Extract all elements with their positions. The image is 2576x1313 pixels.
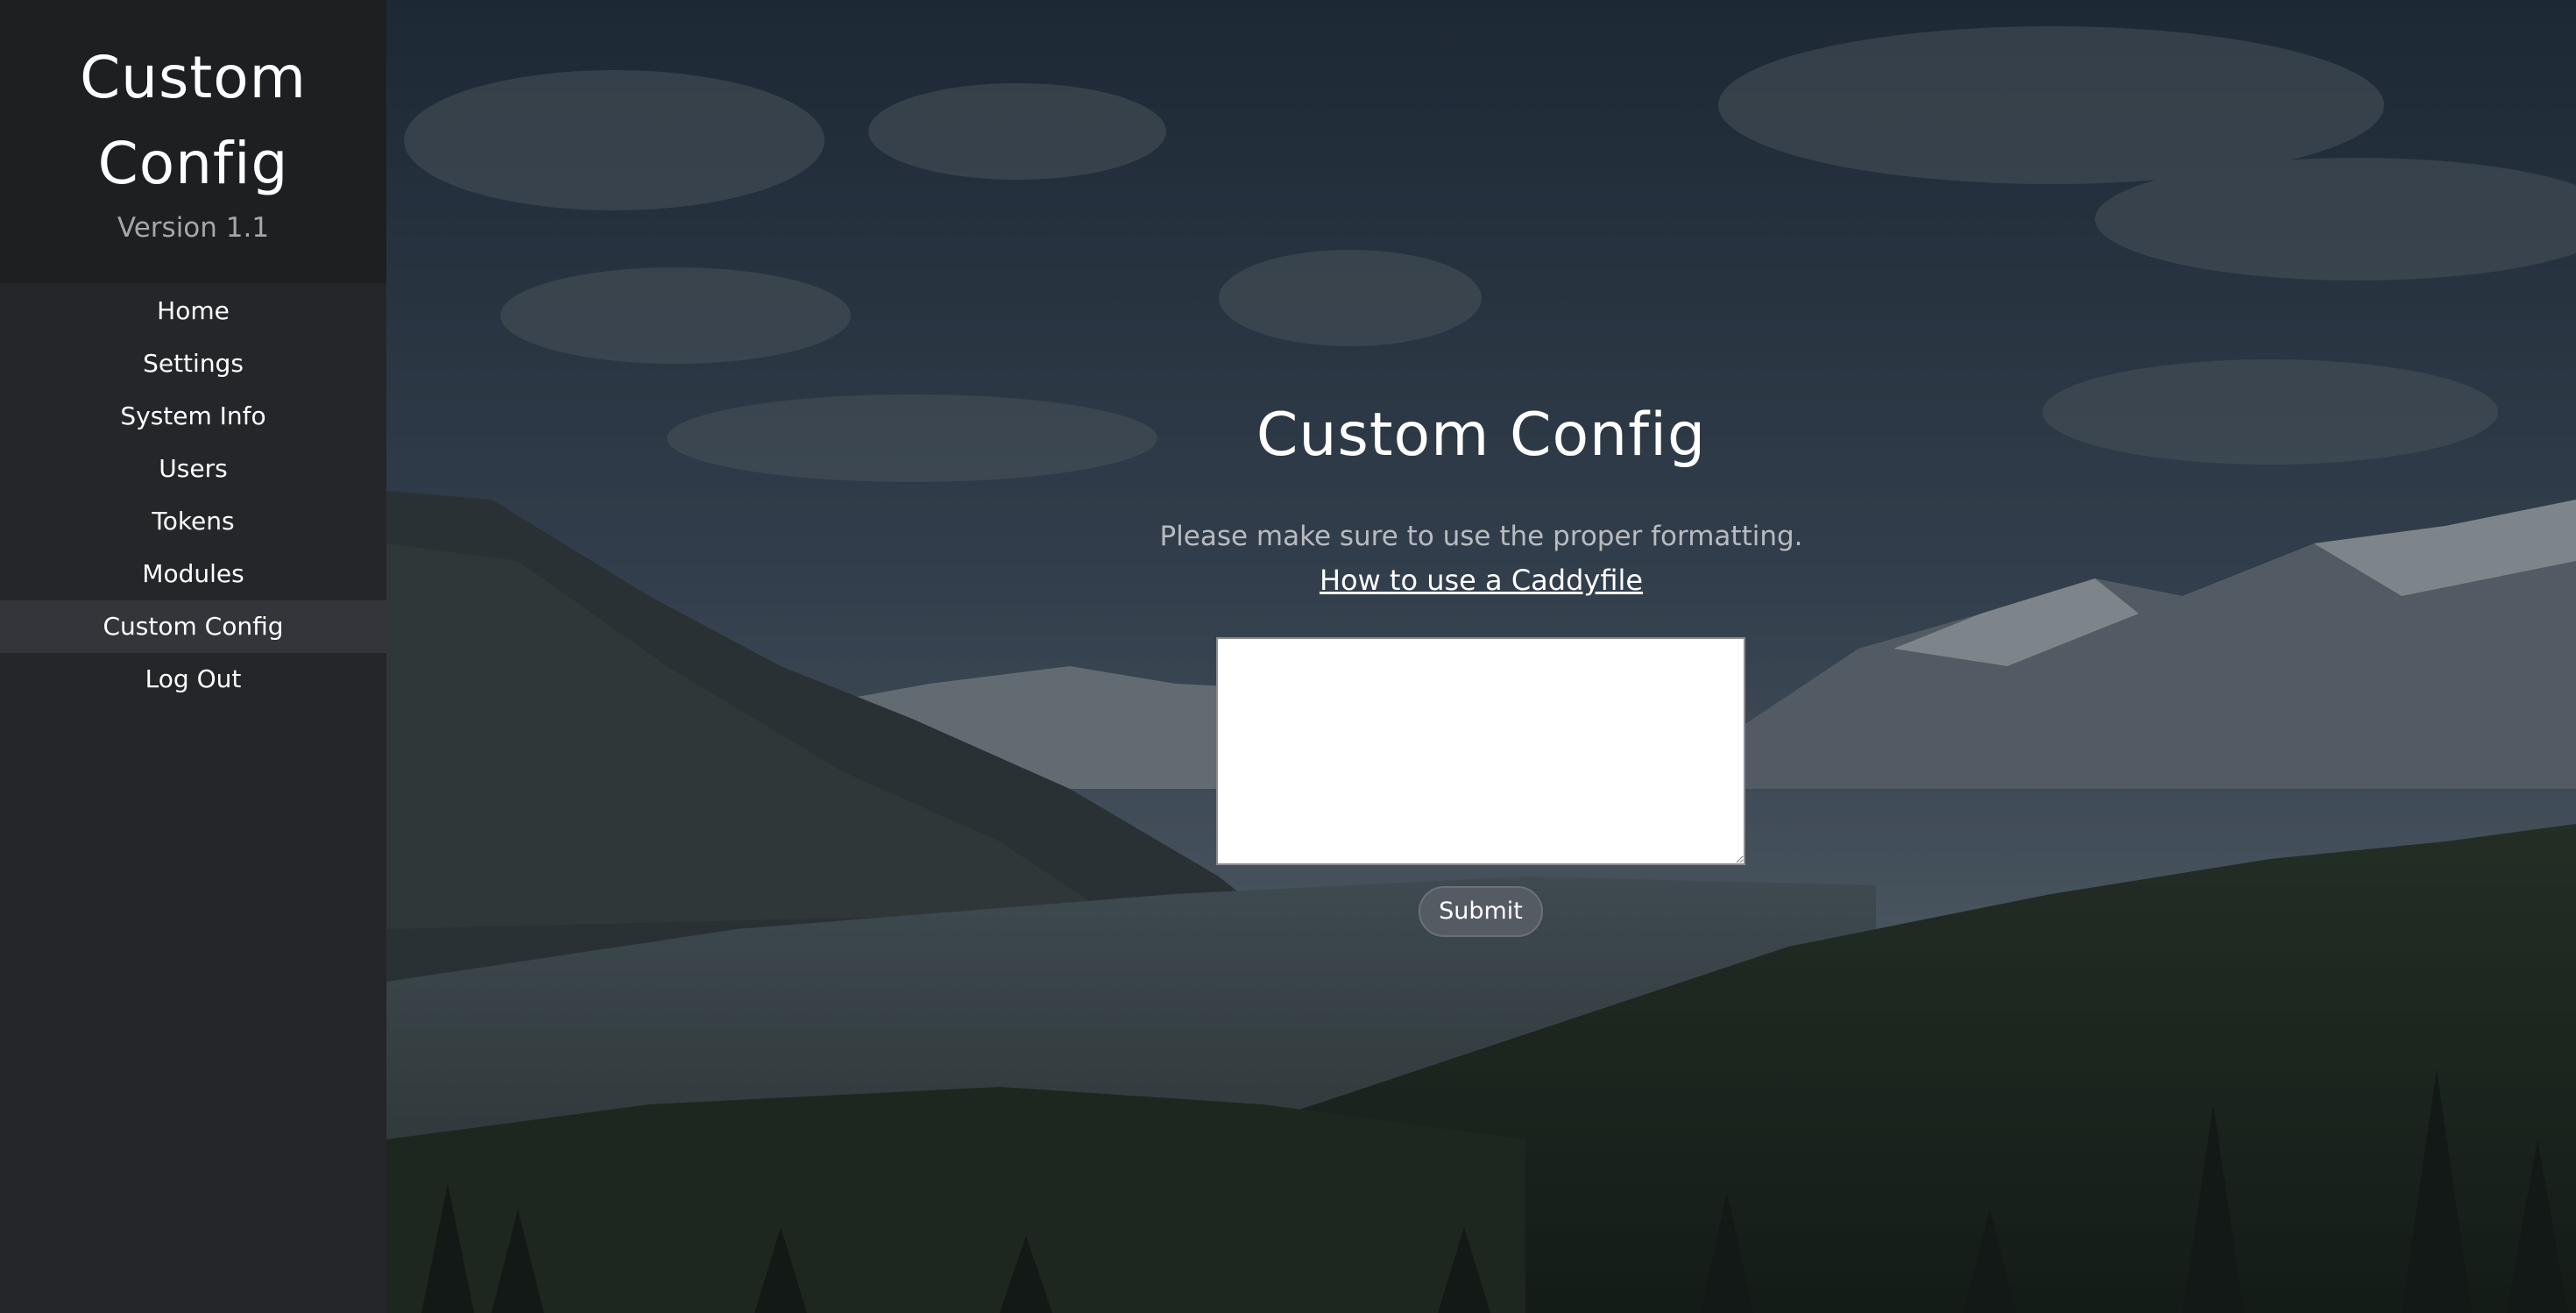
sidebar: Custom Config Version 1.1 Home Settings … [0, 0, 386, 1313]
caddyfile-help-link[interactable]: How to use a Caddyfile [386, 559, 2576, 601]
sidebar-item-tokens[interactable]: Tokens [0, 495, 386, 548]
sidebar-item-settings[interactable]: Settings [0, 337, 386, 390]
app-title: Custom Config [80, 44, 307, 197]
sidebar-header: Custom Config Version 1.1 [0, 0, 386, 283]
main-content: Custom Config Please make sure to use th… [386, 0, 2576, 1313]
app: Custom Config Version 1.1 Home Settings … [0, 0, 2576, 1313]
sidebar-item-custom-config[interactable]: Custom Config [0, 600, 386, 653]
config-panel: Custom Config Please make sure to use th… [386, 0, 2576, 1313]
sidebar-nav: Home Settings System Info Users Tokens M… [0, 283, 386, 706]
page-title: Custom Config [1256, 401, 1707, 470]
sidebar-item-log-out[interactable]: Log Out [0, 653, 386, 706]
sidebar-item-system-info[interactable]: System Info [0, 390, 386, 443]
sidebar-item-users[interactable]: Users [0, 443, 386, 495]
app-version: Version 1.1 [117, 212, 270, 244]
submit-button[interactable]: Submit [1419, 886, 1543, 937]
sidebar-item-modules[interactable]: Modules [0, 548, 386, 600]
sidebar-item-home[interactable]: Home [0, 285, 386, 337]
custom-config-textarea[interactable] [1216, 637, 1745, 865]
formatting-hint: Please make sure to use the proper forma… [1159, 521, 1803, 552]
